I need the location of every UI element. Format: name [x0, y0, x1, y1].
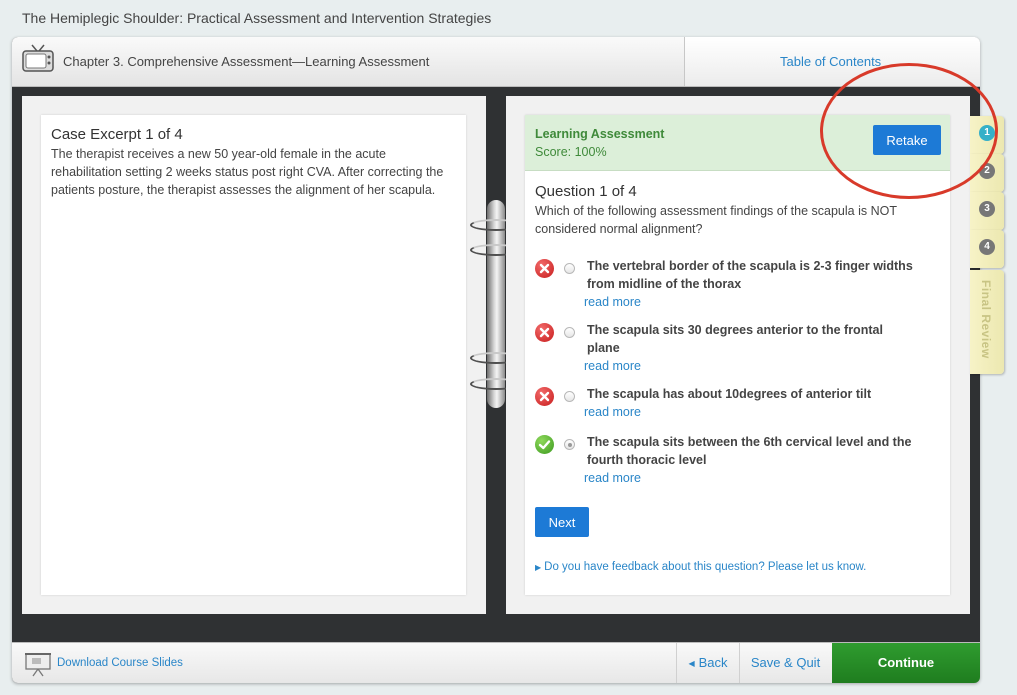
save-and-quit-button[interactable]: Save & Quit [739, 643, 831, 683]
answer-text: The scapula has about 10degrees of anter… [587, 387, 872, 401]
read-more-link[interactable]: read more [584, 295, 641, 309]
answer-radio[interactable] [564, 327, 575, 338]
case-excerpt-title: Case Excerpt 1 of 4 [51, 126, 183, 143]
case-excerpt-panel: Case Excerpt 1 of 4 The therapist receiv… [41, 115, 466, 595]
top-bar: Chapter 3. Comprehensive Assessment—Lear… [12, 37, 980, 87]
toc-tab[interactable]: Table of Contents [684, 37, 980, 86]
answer-radio[interactable] [564, 263, 575, 274]
answer-text: The scapula sits 30 degrees anterior to … [587, 323, 883, 355]
correct-check-icon [535, 435, 554, 454]
left-page: Case Excerpt 1 of 4 The therapist receiv… [22, 96, 486, 614]
feedback-text: Do you have feedback about this question… [544, 561, 867, 573]
feedback-link[interactable]: ▶ Do you have feedback about this questio… [535, 561, 866, 573]
question-number-badge: 4 [979, 239, 995, 255]
back-button[interactable]: ◀ Back [676, 643, 739, 683]
caret-left-icon: ◀ [688, 659, 695, 668]
answer-option-2[interactable]: The scapula sits 30 degrees anterior to … [535, 321, 940, 381]
right-page: Learning Assessment Score: 100% Retake Q… [506, 96, 970, 614]
table-of-contents-link[interactable]: Table of Contents [780, 54, 881, 69]
question-number-badge: 2 [979, 163, 995, 179]
read-more-link[interactable]: read more [584, 359, 641, 373]
final-review-label: Final Review [979, 280, 993, 359]
presentation-icon [25, 653, 51, 677]
answer-radio[interactable] [564, 391, 575, 402]
bottom-bar: Download Course Slides ◀ Back Save & Quit… [12, 642, 980, 683]
case-excerpt-text: The therapist receives a new 50 year-old… [51, 147, 444, 197]
answer-option-3[interactable]: The scapula has about 10degrees of anter… [535, 385, 940, 427]
answer-option-1[interactable]: The vertebral border of the scapula is 2… [535, 257, 940, 317]
question-title: Question 1 of 4 [535, 183, 637, 200]
incorrect-icon [535, 323, 554, 342]
question-panel: Learning Assessment Score: 100% Retake Q… [525, 115, 950, 595]
assessment-score: Score: 100% [535, 145, 607, 159]
answer-text: The scapula sits between the 6th cervica… [587, 435, 912, 467]
final-review-tab[interactable]: Final Review [970, 270, 1004, 374]
incorrect-icon [535, 259, 554, 278]
download-slides-link[interactable]: Download Course Slides [57, 657, 183, 669]
back-label: Back [698, 655, 728, 670]
incorrect-icon [535, 387, 554, 406]
question-tab-2[interactable]: 2 [970, 154, 1004, 192]
answer-option-4[interactable]: The scapula sits between the 6th cervica… [535, 433, 940, 493]
read-more-link[interactable]: read more [584, 471, 641, 485]
answer-text: The vertebral border of the scapula is 2… [587, 259, 913, 291]
assessment-header: Learning Assessment Score: 100% Retake [525, 115, 950, 171]
assessment-label: Learning Assessment [535, 127, 665, 141]
question-tab-3[interactable]: 3 [970, 192, 1004, 230]
question-tab-1[interactable]: 1 [970, 116, 1004, 154]
next-button[interactable]: Next [535, 507, 589, 537]
caret-right-icon: ▶ [535, 563, 542, 572]
question-tab-4[interactable]: 4 [970, 230, 1004, 268]
retake-button[interactable]: Retake [873, 125, 941, 155]
course-title: The Hemiplegic Shoulder: Practical Asses… [22, 10, 492, 26]
binder-spine [487, 200, 505, 408]
question-text: Which of the following assessment findin… [535, 204, 897, 236]
continue-button[interactable]: Continue [832, 643, 980, 683]
question-number-badge: 3 [979, 201, 995, 217]
chapter-title: Chapter 3. Comprehensive Assessment—Lear… [63, 54, 430, 69]
tv-icon [22, 44, 54, 72]
answer-radio-selected[interactable] [564, 439, 575, 450]
read-more-link[interactable]: read more [584, 405, 641, 419]
question-number-badge: 1 [979, 125, 995, 141]
